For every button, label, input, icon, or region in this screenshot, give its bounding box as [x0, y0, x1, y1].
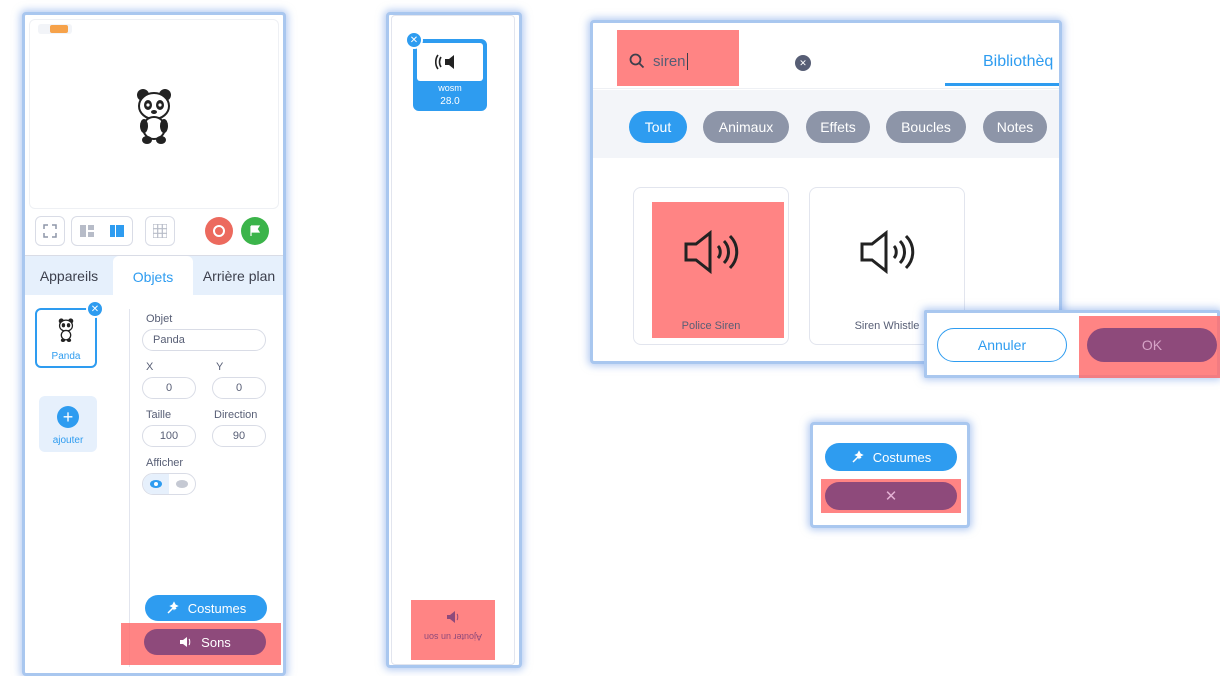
- tab-bar: Appareils Objets Arrière plan: [25, 255, 283, 297]
- flag-icon: [250, 225, 261, 236]
- green-flag-button[interactable]: [241, 217, 269, 245]
- sound-name: Police Siren: [681, 320, 741, 332]
- sons-label: Sons: [201, 634, 231, 650]
- sound-wave-icon: [435, 54, 454, 70]
- tab-objets[interactable]: Objets: [113, 256, 193, 297]
- large-stage-icon: [110, 225, 124, 237]
- sound-item-name: wosm: [438, 83, 462, 93]
- eye-off-icon: [176, 480, 188, 488]
- hide-button[interactable]: [169, 474, 195, 494]
- grid-button[interactable]: [145, 216, 175, 246]
- fullscreen-icon: [43, 224, 57, 238]
- speaker-icon: [684, 230, 739, 274]
- clear-search-button[interactable]: ✕: [795, 55, 811, 71]
- taille-field[interactable]: 100: [142, 425, 196, 447]
- show-button[interactable]: [143, 474, 169, 494]
- afficher-label: Afficher: [146, 457, 184, 469]
- stage-area: [29, 19, 279, 209]
- search-icon: [629, 53, 645, 69]
- small-stage-icon: [80, 225, 94, 237]
- tag-notes[interactable]: Notes: [983, 111, 1047, 143]
- tab-arriere-plan[interactable]: Arrière plan: [195, 256, 283, 296]
- tag-tout[interactable]: Tout: [629, 111, 687, 143]
- sound-item-wosm[interactable]: wosm 28.0 ✕: [405, 31, 487, 111]
- large-stage-button[interactable]: [102, 217, 132, 245]
- panda-sprite-icon[interactable]: [134, 88, 174, 144]
- tab-underline: [945, 83, 1059, 86]
- dialog-action-bar: Annuler OK: [924, 310, 1220, 378]
- direction-field[interactable]: 90: [212, 425, 266, 447]
- objet-label: Objet: [146, 313, 173, 325]
- x-field[interactable]: 0: [142, 377, 196, 399]
- sound-item-duration: 28.0: [440, 96, 460, 107]
- layout-toggle-group: [71, 216, 133, 246]
- cancel-label: Annuler: [977, 337, 1027, 353]
- fullscreen-button[interactable]: [35, 216, 65, 246]
- eye-icon: [150, 480, 162, 488]
- clear-icon: ✕: [799, 57, 807, 68]
- close-icon: ✕: [90, 303, 100, 315]
- sprite-tile-panda[interactable]: Panda ✕: [35, 300, 104, 368]
- direction-label: Direction: [214, 409, 258, 421]
- speaker-icon: [860, 230, 915, 274]
- stage-corner-badge: [38, 24, 72, 34]
- delete-sound-button[interactable]: ✕: [405, 31, 423, 49]
- y-label: Y: [216, 361, 224, 373]
- sons-button[interactable]: Sons: [144, 629, 266, 655]
- sprite-name: Panda: [51, 351, 81, 362]
- panda-thumb-icon: [58, 318, 74, 342]
- costumes-label: Costumes: [187, 600, 247, 616]
- grid-icon: [153, 224, 167, 238]
- x-label: X: [146, 361, 154, 373]
- ok-label: OK: [1141, 337, 1163, 353]
- tag-animaux[interactable]: Animaux: [703, 111, 789, 143]
- close-icon: ✕: [409, 34, 419, 46]
- small-stage-button[interactable]: [72, 217, 102, 245]
- objet-name-field[interactable]: Panda: [142, 329, 266, 351]
- stage-panel: Appareils Objets Arrière plan Panda ✕ + …: [22, 12, 286, 676]
- costumes-button[interactable]: Costumes: [825, 443, 957, 471]
- delete-sprite-button[interactable]: ✕: [86, 300, 104, 318]
- mini-panel: Costumes ✕: [810, 422, 970, 528]
- sound-list-panel: wosm 28.0 ✕: [386, 12, 522, 668]
- tab-bibliotheque[interactable]: Bibliothèq: [983, 53, 1053, 71]
- plus-icon: +: [57, 406, 79, 428]
- costume-brush-icon: [167, 601, 179, 614]
- add-sprite-label: ajouter: [52, 435, 84, 446]
- add-sound-icon: [447, 611, 459, 623]
- sound-card-police-siren[interactable]: Police Siren: [633, 187, 789, 345]
- cancel-button[interactable]: Annuler: [937, 328, 1067, 362]
- costumes-label: Costumes: [872, 449, 932, 465]
- speaker-icon: [180, 637, 191, 647]
- ok-button[interactable]: OK: [1087, 328, 1217, 362]
- search-bar[interactable]: siren: [629, 49, 799, 73]
- tab-appareils[interactable]: Appareils: [25, 256, 113, 296]
- costume-brush-icon: [852, 450, 864, 463]
- close-icon: ✕: [884, 488, 898, 505]
- tag-boucles[interactable]: Boucles: [886, 111, 966, 143]
- search-input[interactable]: siren: [653, 52, 688, 70]
- add-sprite-button[interactable]: + ajouter: [39, 396, 97, 452]
- taille-label: Taille: [146, 409, 172, 421]
- costumes-button[interactable]: Costumes: [145, 595, 267, 621]
- stop-button[interactable]: [205, 217, 233, 245]
- y-field[interactable]: 0: [212, 377, 266, 399]
- sound-list-inner: [391, 15, 515, 665]
- add-sound-label: Ajouter un son: [423, 632, 483, 642]
- close-button[interactable]: ✕: [825, 482, 957, 510]
- stop-icon: [213, 225, 225, 237]
- tag-effets[interactable]: Effets: [806, 111, 870, 143]
- visibility-toggle: [142, 473, 196, 495]
- add-sound-button[interactable]: Ajouter un son: [411, 600, 495, 660]
- sprite-list: Panda ✕ + ajouter: [25, 296, 125, 666]
